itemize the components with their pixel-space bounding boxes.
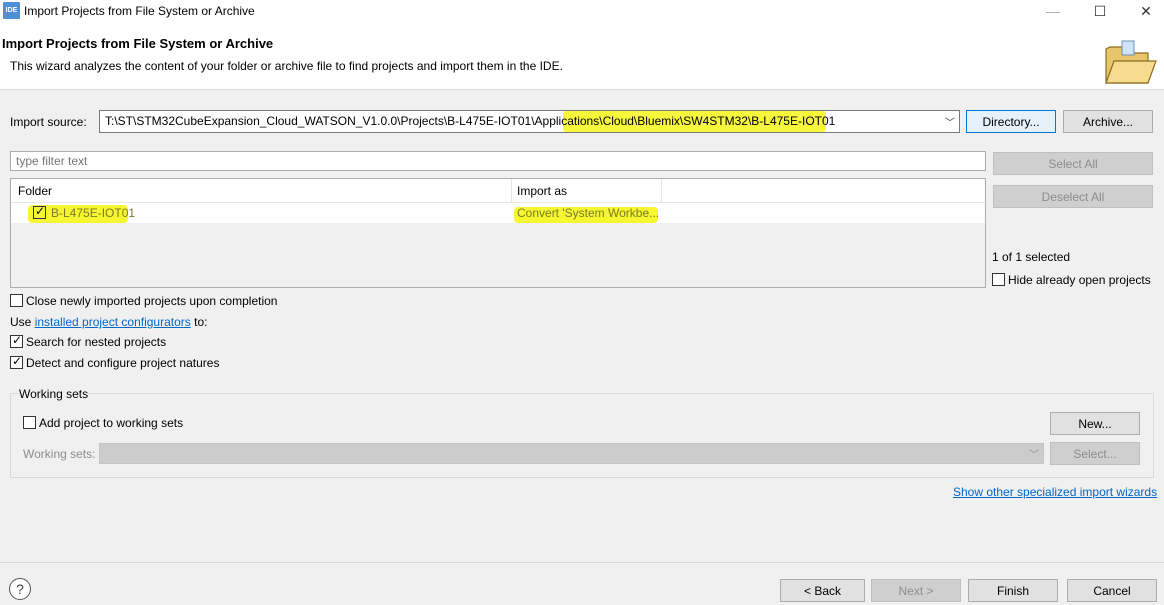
hide-open-projects-checkbox[interactable] [992, 273, 1005, 286]
projects-table: Folder Import as ✓ B-L475E-IOT01 Convert… [10, 178, 986, 288]
detect-natures-checkbox[interactable]: ✓ [10, 354, 23, 369]
configurators-text: Use installed project configurators to: [10, 315, 207, 329]
chevron-down-icon[interactable]: ﹀ [945, 114, 955, 129]
cancel-button[interactable]: Cancel [1067, 579, 1157, 602]
close-imported-checkbox[interactable] [10, 294, 23, 307]
detect-natures-label[interactable]: Detect and configure project natures [26, 356, 219, 370]
table-row[interactable]: ✓ B-L475E-IOT01 Convert 'System Workbe..… [11, 203, 985, 223]
column-header-folder[interactable]: Folder [18, 184, 52, 198]
chevron-down-icon[interactable]: ﹀ [1029, 446, 1039, 461]
select-working-sets-button[interactable]: Select... [1050, 442, 1140, 465]
import-source-value: T:\ST\STM32CubeExpansion_Cloud_WATSON_V1… [105, 114, 836, 128]
table-header: Folder Import as [11, 179, 985, 203]
directory-button[interactable]: Directory... [966, 110, 1056, 133]
working-sets-title: Working sets [19, 387, 89, 401]
search-nested-checkbox[interactable]: ✓ [10, 333, 23, 348]
title-bar: IDE Import Projects from File System or … [0, 0, 1164, 22]
finish-button[interactable]: Finish [968, 579, 1058, 602]
installed-configurators-link[interactable]: installed project configurators [35, 315, 191, 329]
window-title: Import Projects from File System or Arch… [24, 4, 255, 18]
column-divider[interactable] [661, 179, 662, 203]
project-folder-name: B-L475E-IOT01 [51, 206, 136, 220]
import-source-combo[interactable]: T:\ST\STM32CubeExpansion_Cloud_WATSON_V1… [99, 110, 960, 133]
project-checkbox[interactable]: ✓ [33, 204, 46, 219]
configurators-prefix: Use [10, 315, 35, 329]
filter-input[interactable] [10, 151, 986, 171]
column-header-import-as[interactable]: Import as [517, 184, 567, 198]
add-to-working-sets-checkbox[interactable] [23, 416, 36, 429]
selected-count: 1 of 1 selected [992, 250, 1071, 264]
working-sets-combo[interactable]: ﹀ [99, 443, 1044, 464]
wizard-title: Import Projects from File System or Arch… [2, 36, 274, 51]
maximize-icon[interactable]: ☐ [1077, 0, 1123, 22]
deselect-all-button[interactable]: Deselect All [993, 185, 1153, 208]
footer-divider [0, 562, 1164, 563]
open-folder-icon [1105, 40, 1157, 84]
new-working-set-button[interactable]: New... [1050, 412, 1140, 435]
wizard-header: Import Projects from File System or Arch… [0, 22, 1164, 90]
close-imported-label[interactable]: Close newly imported projects upon compl… [26, 294, 277, 308]
select-all-button[interactable]: Select All [993, 152, 1153, 175]
configurators-suffix: to: [190, 315, 208, 329]
working-sets-label: Working sets: [23, 447, 96, 461]
search-nested-label[interactable]: Search for nested projects [26, 335, 166, 349]
back-button[interactable]: < Back [780, 579, 865, 602]
archive-button[interactable]: Archive... [1063, 110, 1153, 133]
ide-app-icon: IDE [3, 2, 20, 19]
wizard-description: This wizard analyzes the content of your… [10, 59, 563, 73]
import-source-label: Import source: [10, 115, 87, 129]
close-icon[interactable]: ✕ [1123, 0, 1164, 22]
minimize-icon[interactable]: — [1030, 0, 1076, 22]
project-import-as: Convert 'System Workbe... [517, 206, 660, 220]
add-to-working-sets-label[interactable]: Add project to working sets [39, 416, 183, 430]
column-divider[interactable] [511, 179, 512, 203]
working-sets-group [10, 393, 1154, 478]
help-icon[interactable]: ? [9, 578, 31, 600]
next-button[interactable]: Next > [871, 579, 961, 602]
hide-open-projects-label[interactable]: Hide already open projects [1008, 273, 1151, 287]
show-other-wizards-link[interactable]: Show other specialized import wizards [953, 485, 1157, 499]
